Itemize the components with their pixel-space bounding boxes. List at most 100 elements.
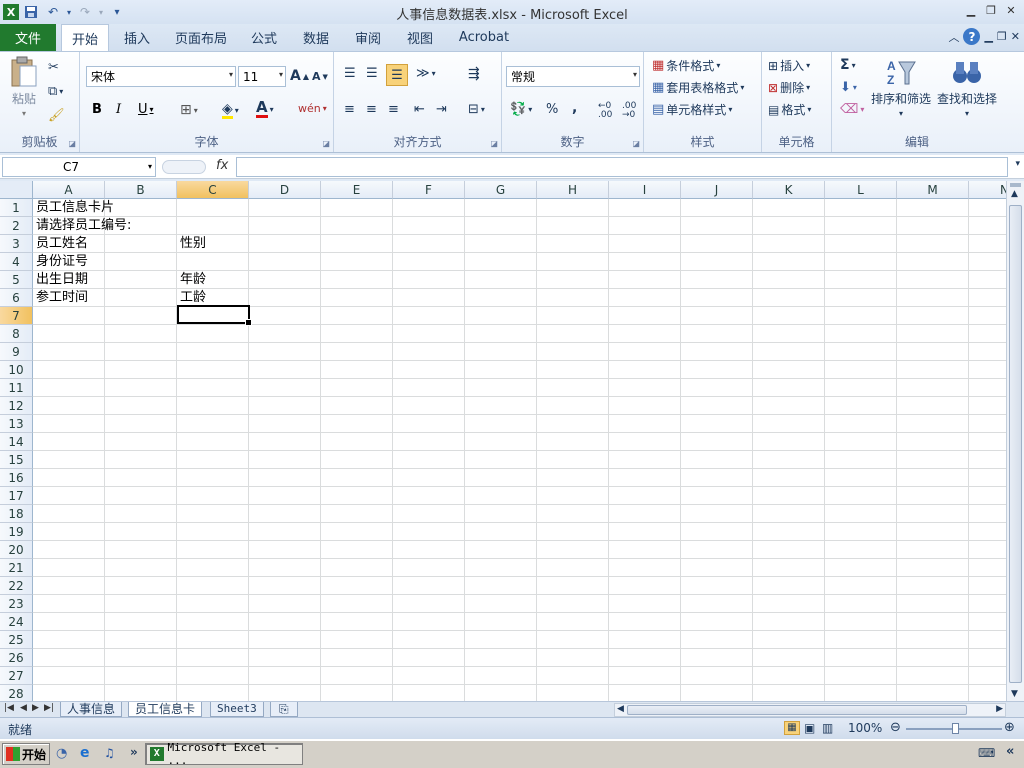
tab-review[interactable]: 审阅 — [348, 24, 388, 51]
row-header-26[interactable]: 26 — [0, 649, 33, 667]
font-name-combo[interactable]: 宋体 ▾ — [86, 66, 236, 87]
row-header-16[interactable]: 16 — [0, 469, 33, 487]
orientation-button[interactable]: ≫ ▾ — [416, 66, 436, 81]
help-icon[interactable]: ? — [963, 28, 981, 45]
clipboard-launcher-icon[interactable]: ◪ — [68, 139, 76, 148]
column-header-h[interactable]: H — [537, 181, 609, 199]
clear-button[interactable]: ⌫ ▾ — [840, 102, 864, 117]
row-header-9[interactable]: 9 — [0, 343, 33, 361]
accounting-format-button[interactable]: 💱 ▾ — [510, 102, 532, 117]
row-header-2[interactable]: 2 — [0, 217, 33, 235]
align-right-button[interactable]: ≡ — [388, 102, 399, 117]
row-header-15[interactable]: 15 — [0, 451, 33, 469]
doc-restore-icon[interactable]: ❐ — [997, 30, 1007, 43]
row-header-24[interactable]: 24 — [0, 613, 33, 631]
cell-a1[interactable]: 员工信息卡片 — [33, 199, 114, 217]
cell-a4[interactable]: 身份证号 — [33, 253, 88, 271]
cell-a3[interactable]: 员工姓名 — [33, 235, 88, 253]
number-format-combo[interactable]: 常规 ▾ — [506, 66, 640, 87]
bold-button[interactable]: B — [92, 102, 102, 117]
increase-decimal-button[interactable]: ←0.00 — [598, 102, 612, 120]
name-box[interactable]: C7 ▾ — [2, 157, 156, 177]
zoom-level[interactable]: 100% — [848, 721, 882, 735]
column-header-f[interactable]: F — [393, 181, 465, 199]
zoom-in-icon[interactable]: ⊕ — [1004, 720, 1015, 735]
row-header-3[interactable]: 3 — [0, 235, 33, 253]
format-cells-button[interactable]: ▤ 格式 ▾ — [768, 101, 811, 118]
fill-button[interactable]: ⬇ ▾ — [840, 80, 857, 95]
row-header-22[interactable]: 22 — [0, 577, 33, 595]
row-header-25[interactable]: 25 — [0, 631, 33, 649]
insert-sheet-button[interactable]: ⎘ — [270, 702, 298, 717]
scroll-up-icon[interactable]: ▲ — [1011, 189, 1018, 199]
underline-button[interactable]: U ▾ — [138, 102, 154, 117]
prev-sheet-icon[interactable]: ◀ — [20, 703, 27, 713]
cell-c3[interactable]: 性别 — [177, 235, 206, 253]
wrap-text-button[interactable]: ⇶ — [468, 66, 480, 82]
row-header-6[interactable]: 6 — [0, 289, 33, 307]
decrease-decimal-button[interactable]: .00 →0 — [622, 102, 636, 120]
zoom-slider-thumb[interactable] — [952, 723, 959, 734]
row-header-14[interactable]: 14 — [0, 433, 33, 451]
align-bottom-button[interactable]: ☰ — [386, 64, 408, 86]
zoom-out-icon[interactable]: ⊖ — [890, 720, 901, 735]
paste-button[interactable]: 粘贴 ▾ — [6, 56, 42, 118]
italic-button[interactable]: I — [116, 102, 121, 117]
row-header-5[interactable]: 5 — [0, 271, 33, 289]
formula-input[interactable] — [236, 157, 1008, 177]
column-header-i[interactable]: I — [609, 181, 681, 199]
zoom-slider[interactable] — [906, 723, 1002, 734]
insert-cells-button[interactable]: ⊞ 插入 ▾ — [768, 57, 810, 74]
column-header-e[interactable]: E — [321, 181, 393, 199]
show-desktop-icon[interactable]: ◔ — [56, 746, 67, 761]
scroll-left-icon[interactable]: ◀ — [617, 704, 624, 714]
vertical-scrollbar[interactable]: ▲ ▼ — [1006, 181, 1024, 701]
cell-styles-button[interactable]: ▤ 单元格样式 ▾ — [652, 101, 732, 118]
tab-file[interactable]: 文件 — [0, 24, 56, 51]
find-select-button[interactable]: 查找和选择 ▾ — [934, 56, 1000, 118]
row-header-18[interactable]: 18 — [0, 505, 33, 523]
comma-style-button[interactable]: , — [572, 100, 577, 116]
tab-data[interactable]: 数据 — [296, 24, 336, 51]
doc-minimize-icon[interactable]: ▁ — [984, 30, 992, 43]
merge-center-button[interactable]: ⊟ ▾ — [468, 102, 485, 117]
alignment-launcher-icon[interactable]: ◪ — [490, 139, 498, 148]
row-header-4[interactable]: 4 — [0, 253, 33, 271]
column-header-g[interactable]: G — [465, 181, 537, 199]
page-break-view-icon[interactable]: ▥ — [822, 721, 833, 735]
active-cell-c7[interactable] — [177, 305, 252, 326]
phonetic-button[interactable]: wén ▾ — [298, 102, 327, 115]
worksheet-grid[interactable]: ABCDEFGHIJKLMN 1 2 3 4 5 6 7 8 9 10 11 12 13 14 15 16 17… — [0, 181, 1006, 701]
grow-font-button[interactable]: A ▲ — [290, 68, 309, 84]
font-color-button[interactable]: A ▾ — [256, 100, 274, 118]
expand-formula-icon[interactable]: ▾ — [1015, 159, 1020, 169]
select-all-corner[interactable] — [0, 181, 33, 199]
fill-color-button[interactable]: ◈ ▾ — [222, 102, 239, 119]
column-header-c[interactable]: C — [177, 181, 249, 199]
cell-c5[interactable]: 年龄 — [177, 271, 206, 289]
sort-filter-button[interactable]: AZ 排序和筛选 ▾ — [870, 56, 932, 118]
row-header-28[interactable]: 28 — [0, 685, 33, 701]
row-header-11[interactable]: 11 — [0, 379, 33, 397]
vertical-scroll-thumb[interactable] — [1009, 205, 1022, 683]
cell-a6[interactable]: 参工时间 — [33, 289, 88, 307]
cell-a5[interactable]: 出生日期 — [33, 271, 88, 289]
cancel-formula-icon[interactable] — [162, 160, 206, 174]
column-header-n[interactable]: N — [969, 181, 1006, 199]
normal-view-icon[interactable]: ▦ — [784, 721, 800, 735]
column-header-b[interactable]: B — [105, 181, 177, 199]
insert-function-button[interactable]: fx — [216, 158, 228, 173]
row-header-27[interactable]: 27 — [0, 667, 33, 685]
tab-home[interactable]: 开始 — [61, 24, 109, 52]
percent-button[interactable]: % — [546, 102, 558, 117]
decrease-indent-button[interactable]: ⇤ — [414, 102, 425, 117]
row-header-8[interactable]: 8 — [0, 325, 33, 343]
row-header-20[interactable]: 20 — [0, 541, 33, 559]
scroll-down-icon[interactable]: ▼ — [1011, 689, 1018, 699]
close-icon[interactable]: ✕ — [1002, 2, 1020, 18]
align-left-button[interactable]: ≡ — [344, 102, 355, 117]
row-header-10[interactable]: 10 — [0, 361, 33, 379]
font-size-combo[interactable]: 11 ▾ — [238, 66, 286, 87]
format-as-table-button[interactable]: ▦ 套用表格格式 ▾ — [652, 79, 744, 96]
column-header-a[interactable]: A — [33, 181, 105, 199]
